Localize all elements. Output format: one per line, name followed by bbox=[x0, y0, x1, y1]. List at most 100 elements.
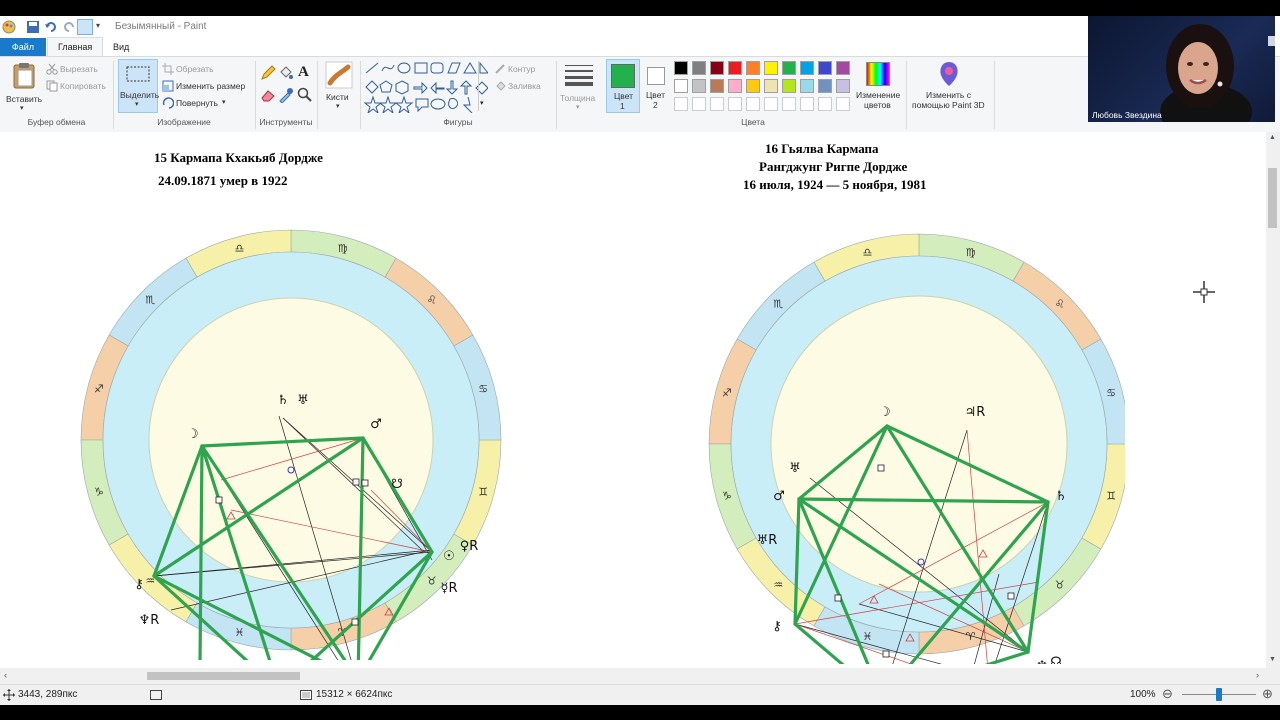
palette-swatch[interactable] bbox=[728, 79, 742, 93]
zoom-slider-thumb[interactable] bbox=[1216, 688, 1222, 701]
quick-access-select-button[interactable] bbox=[77, 19, 93, 35]
color1-button[interactable]: Цвет 1 bbox=[606, 59, 640, 113]
palette-swatch[interactable] bbox=[764, 97, 778, 111]
chart2-title-line2: Рангджунг Ригпе Дордже bbox=[759, 159, 908, 174]
palette-swatch[interactable] bbox=[782, 79, 796, 93]
shapes-gallery[interactable] bbox=[364, 61, 488, 113]
palette-swatch[interactable] bbox=[782, 97, 796, 111]
palette-swatch[interactable] bbox=[746, 61, 760, 75]
zoom-in-icon[interactable]: ⊕ bbox=[1262, 686, 1273, 702]
zodiac-glyph: ♎ bbox=[235, 242, 245, 255]
palette-swatch[interactable] bbox=[836, 97, 850, 111]
resize-icon bbox=[162, 80, 174, 92]
palette-swatch[interactable] bbox=[818, 79, 832, 93]
palette-swatch[interactable] bbox=[800, 97, 814, 111]
zodiac-glyph: ♊ bbox=[1106, 490, 1116, 503]
horizontal-scrollbar[interactable]: ‹ › bbox=[0, 668, 1266, 684]
palette-swatch[interactable] bbox=[746, 79, 760, 93]
palette-swatch[interactable] bbox=[710, 97, 724, 111]
crop-button[interactable]: Обрезать bbox=[176, 64, 214, 74]
horizontal-scroll-thumb[interactable] bbox=[147, 672, 300, 680]
zodiac-glyph: ♏ bbox=[145, 293, 155, 306]
zodiac-glyph: ♎ bbox=[863, 246, 873, 259]
redo-icon[interactable] bbox=[62, 20, 76, 34]
palette-swatch[interactable] bbox=[836, 61, 850, 75]
palette-swatch[interactable] bbox=[836, 79, 850, 93]
tab-view[interactable]: Вид bbox=[113, 38, 129, 56]
palette-swatch[interactable] bbox=[800, 61, 814, 75]
paste-button[interactable]: Вставить ▾ bbox=[4, 61, 43, 112]
palette-swatch[interactable] bbox=[692, 79, 706, 93]
palette-swatch[interactable] bbox=[710, 79, 724, 93]
pencil-icon[interactable] bbox=[260, 65, 276, 81]
rotate-icon bbox=[162, 97, 174, 109]
chart1-title-line2: 24.09.1871 умер в 1922 bbox=[158, 173, 288, 188]
select-button[interactable]: Выделить ▾ bbox=[118, 59, 159, 113]
fill-button[interactable]: Заливка bbox=[508, 81, 541, 91]
planet-glyph: ☋ bbox=[391, 477, 403, 492]
palette-swatch[interactable] bbox=[692, 61, 706, 75]
paste-label: Вставить bbox=[6, 94, 43, 104]
palette-swatch[interactable] bbox=[818, 97, 832, 111]
rotate-dropdown-icon[interactable]: ▾ bbox=[222, 98, 226, 106]
drawing-canvas[interactable]: 15 Кармапа Кхакьяб Дордже 24.09.1871 уме… bbox=[0, 132, 1266, 668]
color-picker-icon[interactable] bbox=[278, 87, 294, 103]
aspect-marker bbox=[1007, 592, 1015, 600]
palette-swatch[interactable] bbox=[710, 61, 724, 75]
planet-glyph: ☽ bbox=[187, 427, 199, 442]
scroll-left-icon[interactable]: ‹ bbox=[4, 670, 7, 680]
vertical-scrollbar[interactable]: ▲ ▼ bbox=[1266, 132, 1280, 684]
palette-swatch[interactable] bbox=[746, 97, 760, 111]
chart2-title-line1: 16 Гьялва Кармапа bbox=[765, 141, 879, 156]
eraser-icon[interactable] bbox=[260, 87, 276, 103]
size-button[interactable]: Толщина ▾ bbox=[560, 61, 600, 113]
zodiac-glyph: ♊ bbox=[478, 486, 488, 499]
scroll-right-icon[interactable]: › bbox=[1256, 670, 1259, 680]
shapes-scroll[interactable]: ▾ bbox=[478, 61, 487, 111]
aspect-marker bbox=[215, 496, 223, 504]
palette-swatch[interactable] bbox=[674, 97, 688, 111]
fill-bucket-icon[interactable] bbox=[278, 65, 294, 81]
magnifier-icon[interactable] bbox=[297, 87, 313, 103]
palette-swatch[interactable] bbox=[728, 61, 742, 75]
outline-icon bbox=[495, 64, 505, 74]
undo-icon[interactable] bbox=[44, 20, 58, 34]
planet-glyph: ♄ bbox=[277, 393, 289, 408]
palette-swatch[interactable] bbox=[764, 79, 778, 93]
zodiac-glyph: ♏ bbox=[773, 297, 783, 310]
copy-button[interactable]: Копировать bbox=[60, 81, 106, 91]
zodiac-glyph: ♒ bbox=[773, 579, 783, 592]
text-tool-icon[interactable]: A bbox=[298, 64, 309, 81]
scroll-up-icon[interactable]: ▲ bbox=[1269, 134, 1276, 141]
scroll-down-icon[interactable]: ▼ bbox=[1269, 656, 1276, 663]
brushes-label: Кисти bbox=[326, 92, 349, 102]
palette-swatch[interactable] bbox=[674, 79, 688, 93]
color2-button[interactable]: Цвет 2 bbox=[642, 59, 672, 113]
palette-swatch[interactable] bbox=[782, 61, 796, 75]
resize-button[interactable]: Изменить размер bbox=[176, 81, 245, 91]
palette-swatch[interactable] bbox=[818, 61, 832, 75]
paint-app-icon[interactable] bbox=[2, 20, 16, 34]
rainbow-icon bbox=[866, 62, 890, 86]
zoom-out-icon[interactable]: ⊖ bbox=[1162, 686, 1173, 702]
edit-colors-button[interactable]: Изменение цветов bbox=[856, 59, 902, 113]
quick-access-dropdown-icon[interactable]: ▾ bbox=[96, 21, 100, 30]
paint3d-button[interactable]: Изменить с помощью Paint 3D bbox=[908, 59, 990, 113]
aspect-marker bbox=[351, 618, 359, 626]
rotate-button[interactable]: Повернуть bbox=[176, 98, 218, 108]
tab-file[interactable]: Файл bbox=[0, 38, 46, 56]
tab-home[interactable]: Главная bbox=[47, 37, 104, 57]
palette-swatch[interactable] bbox=[764, 61, 778, 75]
cut-button[interactable]: Вырезать bbox=[60, 64, 98, 74]
status-bar: 3443, 289пкс 15312 × 6624пкс 100% ⊖ ⊕ bbox=[0, 684, 1280, 705]
select-rectangle-icon bbox=[126, 66, 150, 82]
brushes-button[interactable]: Кисти ▾ bbox=[321, 59, 357, 113]
outline-button[interactable]: Контур bbox=[508, 64, 535, 74]
palette-swatch[interactable] bbox=[728, 97, 742, 111]
color1-label: Цвет bbox=[614, 91, 634, 101]
vertical-scroll-thumb[interactable] bbox=[1268, 168, 1277, 228]
save-icon[interactable] bbox=[26, 20, 40, 34]
palette-swatch[interactable] bbox=[674, 61, 688, 75]
palette-swatch[interactable] bbox=[800, 79, 814, 93]
palette-swatch[interactable] bbox=[692, 97, 706, 111]
